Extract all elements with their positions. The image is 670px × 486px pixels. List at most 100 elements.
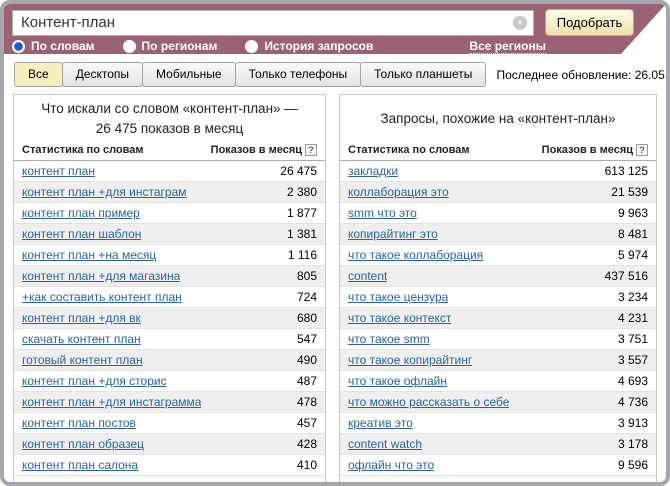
table-row: контент план +для инстаграм 2 380 bbox=[14, 182, 325, 203]
search-mode-radio[interactable]: По словам bbox=[12, 39, 95, 53]
impressions-value: 4 231 bbox=[618, 311, 648, 325]
device-tab[interactable]: Мобильные bbox=[142, 62, 236, 87]
table-row: коллаборация это 21 539 bbox=[340, 182, 656, 203]
table-row: что такое офлайн 4 693 bbox=[340, 371, 656, 392]
col-words-label: Статистика по словам bbox=[348, 144, 470, 156]
keyword-link[interactable]: контент план +для вк bbox=[22, 311, 141, 325]
col-words-label: Статистика по словам bbox=[22, 144, 144, 156]
device-tab[interactable]: Десктопы bbox=[62, 62, 143, 87]
table-row: content watch 3 178 bbox=[340, 434, 656, 455]
table-row: офлайн что это 9 596 bbox=[340, 455, 656, 476]
last-update-text: Последнее обновление: 26.05.2022 bbox=[486, 68, 670, 82]
impressions-value: 490 bbox=[297, 353, 317, 367]
search-row: × Подобрать bbox=[4, 4, 666, 36]
keyword-link[interactable]: что такое коллаборация bbox=[348, 248, 483, 262]
keyword-link[interactable]: что можно рассказать о себе bbox=[348, 395, 509, 409]
help-icon[interactable]: ? bbox=[636, 144, 648, 156]
keyword-link[interactable]: коллаборация это bbox=[348, 185, 449, 199]
help-icon[interactable]: ? bbox=[305, 144, 317, 156]
table-row: контент план +для вк 680 bbox=[14, 308, 325, 329]
radio-icon bbox=[245, 40, 258, 53]
table-row: креатив это 3 913 bbox=[340, 413, 656, 434]
keyword-link[interactable]: контент план постов bbox=[22, 416, 136, 430]
impressions-value: 724 bbox=[297, 290, 317, 304]
keyword-link[interactable]: что такое smm bbox=[348, 332, 430, 346]
impressions-value: 487 bbox=[297, 374, 317, 388]
table-row: что такое smm 3 751 bbox=[340, 329, 656, 350]
keyword-link[interactable]: контент план образец bbox=[22, 437, 144, 451]
keyword-link[interactable]: контент план +для магазина bbox=[22, 269, 180, 283]
panel-similar: Запросы, похожие на «контент-план» Стати… bbox=[339, 94, 657, 486]
panels: Что искали со словом «контент-план» — 26… bbox=[4, 94, 666, 486]
submit-button[interactable]: Подобрать bbox=[545, 9, 634, 36]
search-header: × Подобрать По словам По регионам Истори… bbox=[4, 4, 666, 54]
radio-label: По регионам bbox=[142, 39, 218, 53]
search-input[interactable] bbox=[12, 10, 534, 36]
impressions-value: 457 bbox=[297, 416, 317, 430]
wordstat-window: × Подобрать По словам По регионам Истори… bbox=[0, 0, 670, 486]
search-mode-radio[interactable]: История запросов bbox=[245, 39, 373, 53]
table-row: скачать контент план 547 bbox=[14, 329, 325, 350]
impressions-value: 21 539 bbox=[611, 185, 648, 199]
table-row: что такое коллаборация 5 974 bbox=[340, 245, 656, 266]
col-impressions-label: Показов в месяц bbox=[542, 144, 633, 156]
keyword-link[interactable]: что такое контекст bbox=[348, 311, 451, 325]
keyword-link[interactable]: что такое офлайн bbox=[348, 374, 447, 388]
keyword-link[interactable]: креатив это bbox=[348, 416, 413, 430]
table-row: +как составить контент план 724 bbox=[14, 287, 325, 308]
keyword-link[interactable]: контент план +для сторис bbox=[22, 374, 167, 388]
clear-icon[interactable]: × bbox=[513, 16, 527, 30]
device-tab[interactable]: Только телефоны bbox=[235, 62, 362, 87]
radio-group: По словам По регионам История запросов bbox=[12, 39, 401, 53]
keyword-link[interactable]: контент план шаблон bbox=[22, 227, 141, 241]
radio-label: История запросов bbox=[264, 39, 373, 53]
keyword-link[interactable]: контент план +для инстаграм bbox=[22, 185, 187, 199]
keyword-link[interactable]: контент план пример bbox=[22, 206, 140, 220]
impressions-value: 3 557 bbox=[618, 353, 648, 367]
table-row: контент план +для сторис 487 bbox=[14, 371, 325, 392]
keyword-link[interactable]: что такое копирайтинг bbox=[348, 353, 472, 367]
keyword-link[interactable]: закладки bbox=[348, 164, 398, 178]
table-row: контент план салона 410 bbox=[14, 455, 325, 476]
table-row: контент план +для магазина 805 bbox=[14, 266, 325, 287]
keyword-table: закладки 613 125 коллаборация это 21 539… bbox=[340, 161, 656, 476]
table-row: content 437 516 bbox=[340, 266, 656, 287]
table-row: контент план образец 428 bbox=[14, 434, 325, 455]
keyword-link[interactable]: контент план +на месяц bbox=[22, 248, 156, 262]
search-mode-radio[interactable]: По регионам bbox=[123, 39, 218, 53]
keyword-link[interactable]: скачать контент план bbox=[22, 332, 141, 346]
col-impressions-label: Показов в месяц bbox=[211, 144, 302, 156]
device-tab[interactable]: Все bbox=[14, 62, 63, 87]
keyword-link[interactable]: что такое цензура bbox=[348, 290, 448, 304]
keyword-link[interactable]: контент план салона bbox=[22, 458, 138, 472]
impressions-value: 9 963 bbox=[618, 206, 648, 220]
impressions-value: 4 736 bbox=[618, 395, 648, 409]
keyword-link[interactable]: +как составить контент план bbox=[22, 290, 182, 304]
panel-with-word: Что искали со словом «контент-план» — 26… bbox=[13, 94, 326, 486]
keyword-link[interactable]: content watch bbox=[348, 437, 422, 451]
impressions-value: 5 974 bbox=[618, 248, 648, 262]
table-row: контент план пример 1 877 bbox=[14, 203, 325, 224]
radio-icon bbox=[123, 40, 136, 53]
keyword-link[interactable]: контент план +для инстаграмма bbox=[22, 395, 201, 409]
impressions-value: 3 913 bbox=[618, 416, 648, 430]
radio-label: По словам bbox=[31, 39, 95, 53]
keyword-table: контент план 26 475 контент план +для ин… bbox=[14, 161, 325, 476]
table-row: контент план +на месяц 1 116 bbox=[14, 245, 325, 266]
keyword-link[interactable]: smm что это bbox=[348, 206, 417, 220]
table-row: что такое контекст 4 231 bbox=[340, 308, 656, 329]
device-tab[interactable]: Только планшеты bbox=[360, 62, 486, 87]
impressions-value: 805 bbox=[297, 269, 317, 283]
table-row: контент план постов 457 bbox=[14, 413, 325, 434]
table-row: контент план шаблон 1 381 bbox=[14, 224, 325, 245]
impressions-value: 26 475 bbox=[280, 164, 317, 178]
all-regions-link[interactable]: Все регионы bbox=[469, 39, 546, 54]
keyword-link[interactable]: контент план bbox=[22, 164, 95, 178]
keyword-link[interactable]: копирайтинг это bbox=[348, 227, 438, 241]
keyword-link[interactable]: офлайн что это bbox=[348, 458, 434, 472]
table-row: что можно рассказать о себе 4 736 bbox=[340, 392, 656, 413]
search-input-wrap: × bbox=[12, 10, 534, 36]
keyword-link[interactable]: готовый контент план bbox=[22, 353, 143, 367]
keyword-link[interactable]: content bbox=[348, 269, 387, 283]
impressions-value: 1 877 bbox=[287, 206, 317, 220]
